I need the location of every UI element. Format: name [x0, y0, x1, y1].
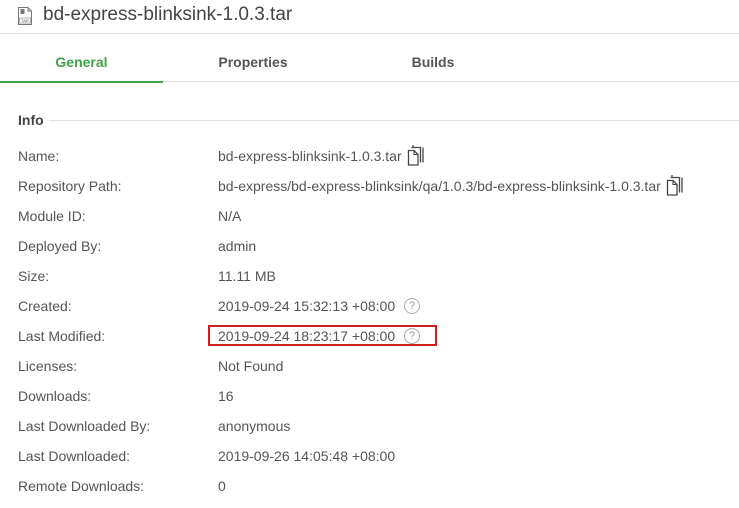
info-row-last-downloaded: Last Downloaded: 2019-09-26 14:05:48 +08… [0, 441, 739, 471]
row-value: Not Found [218, 358, 284, 374]
page-title: bd-express-blinksink-1.0.3.tar [43, 4, 293, 25]
svg-text:TAR: TAR [21, 18, 29, 23]
row-label: Last Downloaded: [18, 448, 131, 464]
info-row-downloads: Downloads: 16 [0, 381, 739, 411]
section-divider [49, 120, 739, 121]
info-section-title: Info [18, 112, 44, 128]
row-label: Last Modified: [18, 328, 106, 344]
tab-general[interactable]: General [0, 34, 163, 83]
row-label: Size: [18, 268, 50, 284]
row-label: Remote Downloads: [18, 478, 145, 494]
row-value: 16 [218, 388, 234, 404]
copy-icon[interactable] [407, 144, 425, 166]
row-label: Module ID: [18, 208, 86, 224]
info-row-deployed-by: Deployed By: admin [0, 231, 739, 261]
row-value: 2019-09-24 15:32:13 +08:00? [218, 291, 421, 321]
created-value: 2019-09-24 15:32:13 +08:00 [218, 298, 396, 314]
info-row-last-downloaded-by: Last Downloaded By: anonymous [0, 411, 739, 441]
highlight-box [208, 325, 437, 346]
tar-file-icon: TAR [18, 7, 32, 25]
tab-builds[interactable]: Builds [343, 34, 523, 82]
info-row-name: Name: bd-express-blinksink-1.0.3.tar [0, 141, 739, 171]
tab-properties[interactable]: Properties [163, 34, 343, 82]
name-value: bd-express-blinksink-1.0.3.tar [218, 148, 402, 164]
repository-path-value: bd-express/bd-express-blinksink/qa/1.0.3… [218, 178, 661, 194]
page-header: TAR bd-express-blinksink-1.0.3.tar [0, 0, 739, 33]
info-row-licenses: Licenses: Not Found [0, 351, 739, 381]
info-row-module-id: Module ID: N/A [0, 201, 739, 231]
help-icon[interactable]: ? [404, 298, 421, 315]
info-row-repository-path: Repository Path: bd-express/bd-express-b… [0, 171, 739, 201]
row-value: anonymous [218, 418, 291, 434]
row-label: Licenses: [18, 358, 78, 374]
copy-icon[interactable] [666, 174, 684, 196]
row-label: Last Downloaded By: [18, 418, 151, 434]
row-value: 2019-09-26 14:05:48 +08:00 [218, 448, 396, 464]
row-value: 11.11 MB [218, 268, 276, 284]
info-row-created: Created: 2019-09-24 15:32:13 +08:00? [0, 291, 739, 321]
tab-bar: General Properties Builds [0, 33, 739, 83]
row-value: bd-express-blinksink-1.0.3.tar [218, 141, 425, 171]
info-row-remote-downloads: Remote Downloads: 0 [0, 471, 739, 501]
row-value: bd-express/bd-express-blinksink/qa/1.0.3… [218, 171, 684, 201]
row-label: Deployed By: [18, 238, 102, 254]
row-label: Repository Path: [18, 178, 122, 194]
row-value: 0 [218, 478, 226, 494]
row-label: Name: [18, 148, 60, 164]
info-row-size: Size: 11.11 MB [0, 261, 739, 291]
row-value: admin [218, 238, 257, 254]
row-label: Created: [18, 298, 72, 314]
row-value: N/A [218, 208, 242, 224]
row-label: Downloads: [18, 388, 92, 404]
